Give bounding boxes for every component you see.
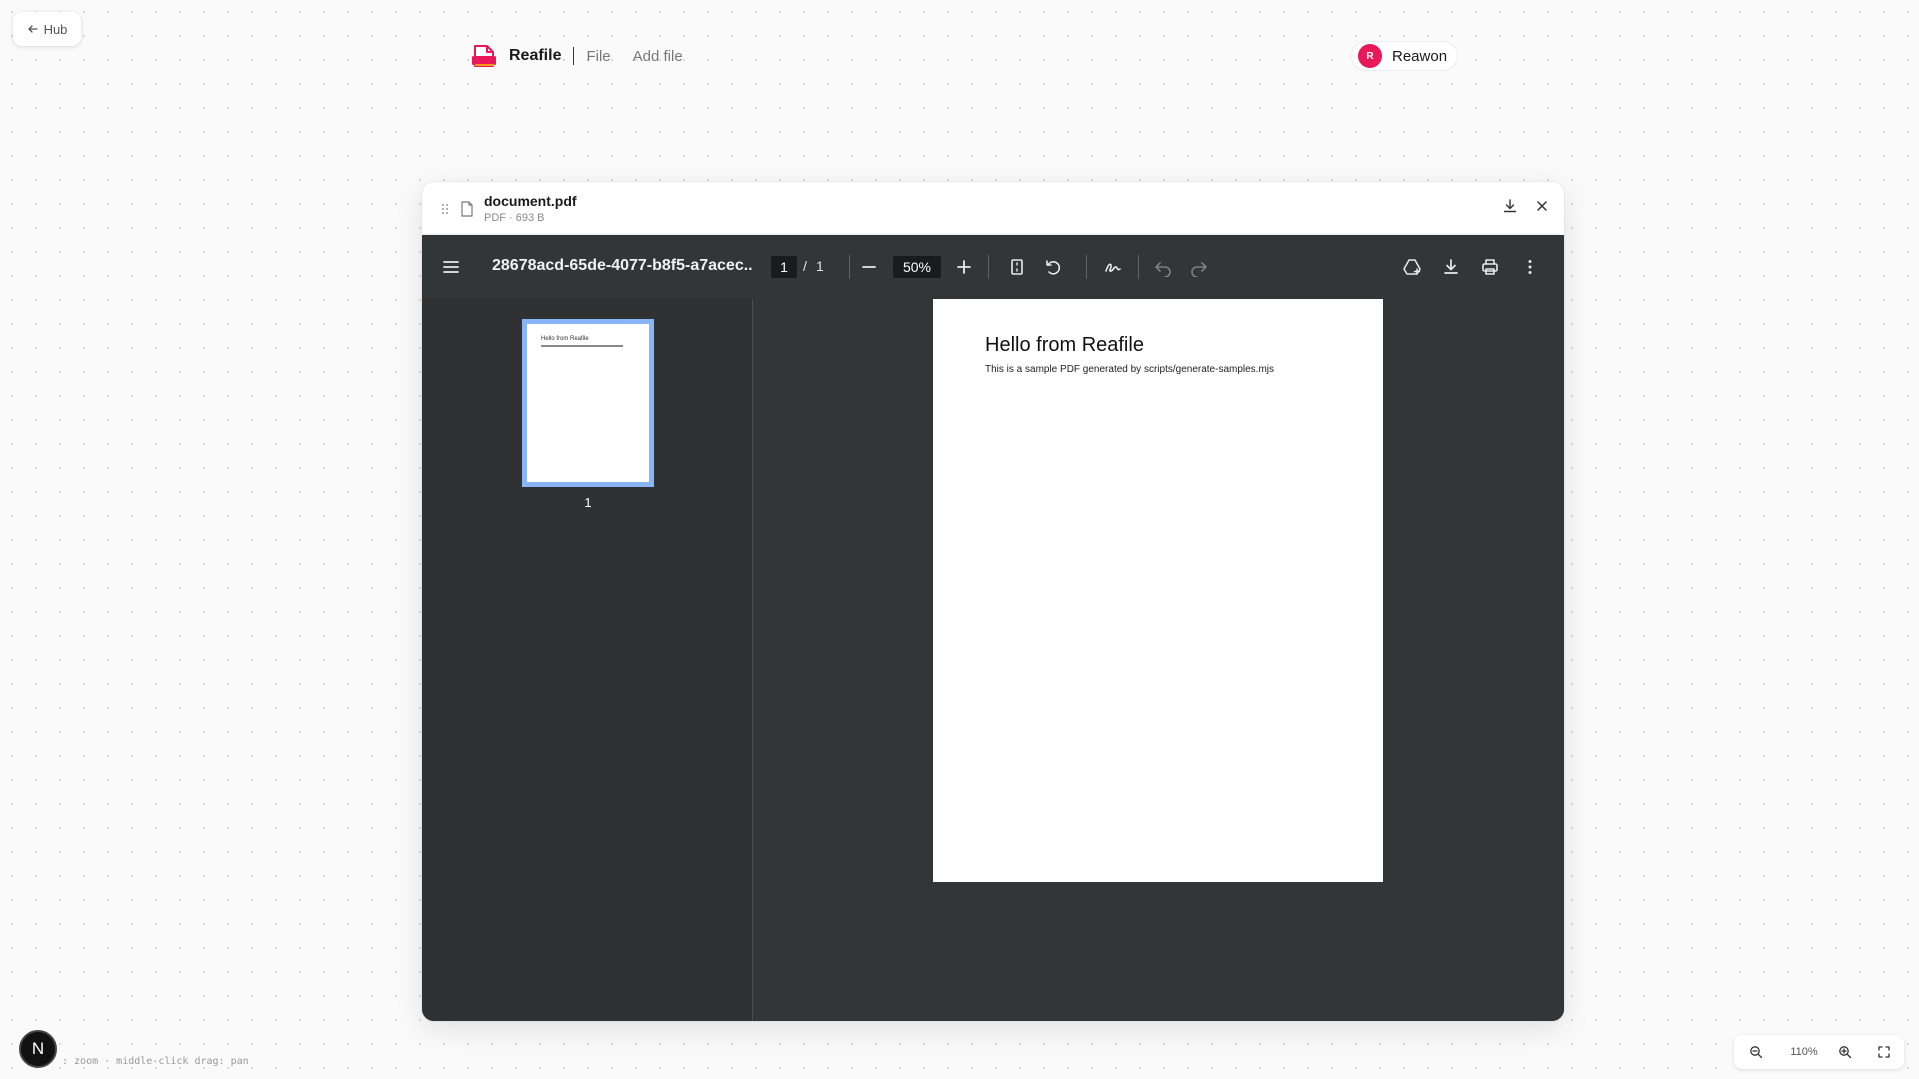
print-icon[interactable] [1480,257,1500,277]
menu-icon[interactable] [441,257,461,277]
canvas-hint: : zoom · middle-click drag: pan [62,1056,249,1067]
dev-indicator-badge[interactable]: N [19,1030,57,1068]
toolbar-divider [1138,255,1139,279]
page-heading: Hello from Reafile [985,334,1144,356]
thumbnail-sidebar: Hello from Reafile 1 [422,299,753,1021]
document-title: 28678acd-65de-4077-b8f5-a7acec... [492,257,752,274]
arrow-left-icon [27,25,38,33]
user-name: Reawon [1392,47,1448,65]
fit-page-icon[interactable] [1007,257,1027,277]
brand-name: Reafile [509,47,562,64]
avatar: R [1358,44,1382,68]
file-window: document.pdf PDF · 693 B 28678acd-65de-4… [422,182,1564,1021]
more-options-icon[interactable] [1520,257,1540,277]
drag-handle-icon[interactable] [440,202,450,216]
toolbar-divider [1086,255,1087,279]
file-meta: PDF · 693 B [484,212,545,224]
zoom-out-icon[interactable] [1749,1045,1763,1059]
pdf-page: Hello from Reafile This is a sample PDF … [933,299,1383,882]
file-icon [461,200,473,217]
thumbnail-heading: Hello from Reafile [541,336,589,342]
redo-icon[interactable] [1189,257,1209,277]
thumbnail-text-line [541,345,623,347]
zoom-out-icon[interactable] [859,257,879,277]
hub-label: Hub [43,21,68,37]
fullscreen-icon[interactable] [1877,1045,1891,1059]
download-icon[interactable] [1502,198,1518,214]
pdf-toolbar: 28678acd-65de-4077-b8f5-a7acec... 1 / 1 … [422,235,1564,299]
pdf-viewer: 28678acd-65de-4077-b8f5-a7acec... 1 / 1 … [422,235,1564,1021]
window-actions [1502,198,1550,214]
download-pdf-icon[interactable] [1441,257,1461,277]
window-header: document.pdf PDF · 693 B [422,182,1564,235]
close-icon[interactable] [1534,198,1550,214]
page-total: 1 [816,258,824,274]
page-thumbnail[interactable]: Hello from Reafile [522,319,654,487]
brand-divider [573,47,575,65]
zoom-in-icon[interactable] [1838,1045,1852,1059]
page-number-input[interactable]: 1 [771,256,797,278]
toolbar-divider [849,255,850,279]
menu-file[interactable]: File [586,48,610,65]
page-body-text: This is a sample PDF generated by script… [985,364,1275,375]
menu-add-file[interactable]: Add file [633,48,683,65]
top-bar: Reafile File Add file [471,40,705,72]
zoom-in-icon[interactable] [954,257,974,277]
undo-icon[interactable] [1153,257,1173,277]
annotate-icon[interactable] [1103,257,1123,277]
toolbar-divider [988,255,989,279]
file-info: document.pdf PDF · 693 B [484,193,577,224]
canvas-zoom-control: 110% [1734,1035,1904,1069]
save-to-drive-icon[interactable] [1402,257,1422,277]
file-name: document.pdf [484,193,577,209]
user-menu[interactable]: R Reawon [1351,41,1459,71]
reafile-logo-icon [472,45,496,67]
hub-button[interactable]: Hub [13,12,81,46]
zoom-level: 110% [1790,1046,1818,1058]
thumbnail-label: 1 [584,495,592,510]
page-canvas: Hello from Reafile This is a sample PDF … [754,299,1564,1021]
page-separator: / [803,258,807,274]
rotate-icon[interactable] [1043,257,1063,277]
zoom-input[interactable]: 50% [893,256,941,278]
